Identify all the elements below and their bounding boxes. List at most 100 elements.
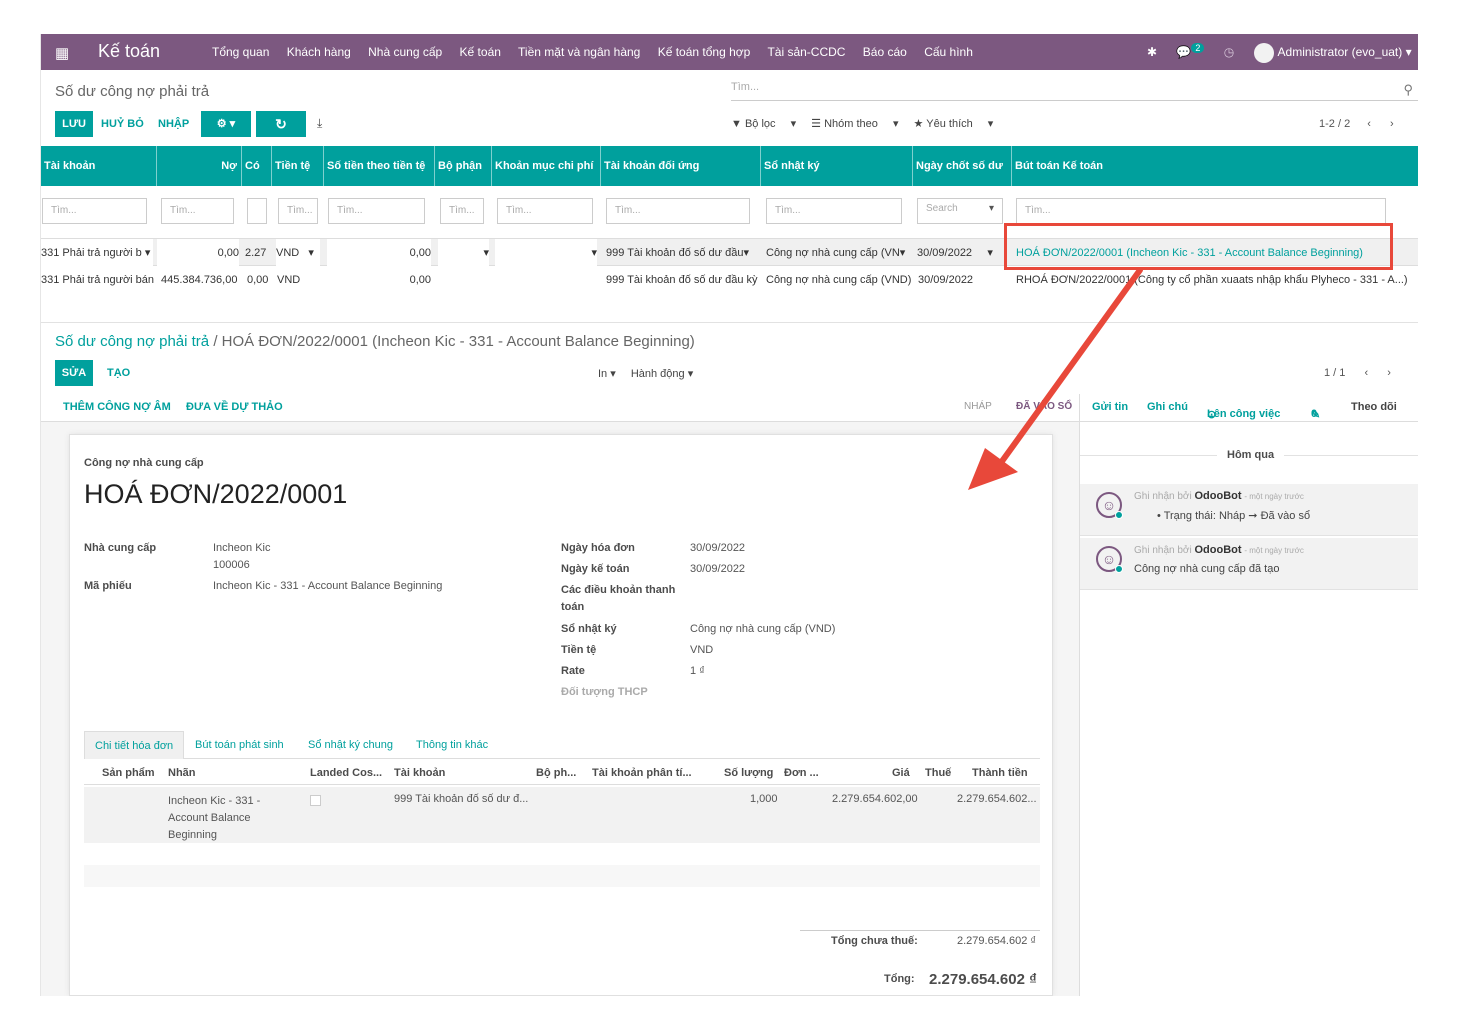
col-landed-cost[interactable]: Landed Cos... xyxy=(310,767,382,779)
col-debit[interactable]: Nợ xyxy=(157,146,242,186)
search-input[interactable]: Tìm... ⚲ xyxy=(731,81,1418,101)
menu-item-reports[interactable]: Báo cáo xyxy=(863,45,907,59)
col-credit[interactable]: Có xyxy=(242,146,272,186)
save-button[interactable]: LƯU xyxy=(55,111,93,137)
tab-journal-items[interactable]: Bút toán phát sinh xyxy=(185,731,294,759)
col-quantity[interactable]: Số lượng xyxy=(724,767,773,779)
pager-next-icon[interactable]: › xyxy=(1390,118,1394,130)
cell-expense-select[interactable]: ▾ xyxy=(495,239,597,267)
cell-journal-entry[interactable]: RHOÁ ĐƠN/2022/0001 (Công ty cổ phần xuaa… xyxy=(1016,266,1418,294)
menu-item-assets[interactable]: Tài sản-CCDC xyxy=(767,45,845,59)
menu-item-vendors[interactable]: Nhà cung cấp xyxy=(368,45,442,59)
cell-counter-account[interactable]: 999 Tài khoản đố số dư đầu▾ xyxy=(606,239,758,267)
col-closing-date[interactable]: Ngày chốt số dư xyxy=(913,146,1012,186)
col-tax[interactable]: Thuế xyxy=(925,767,951,779)
discard-button[interactable]: HUỶ BỎ xyxy=(101,111,144,137)
cell-date[interactable]: 30/09/2022 ▾ xyxy=(917,239,1009,267)
messages-icon[interactable]: 💬 2 xyxy=(1176,43,1205,59)
cell-amount-currency[interactable]: 0,00 xyxy=(327,239,431,267)
journal-link[interactable]: Công nợ nhà cung cấp (VND) xyxy=(690,623,835,635)
cell-debit[interactable]: 445.384.736,00 xyxy=(161,266,241,294)
pager-prev-icon[interactable]: ‹ xyxy=(1367,118,1371,130)
add-debit-note-button[interactable]: THÊM CÔNG NỢ ÂM xyxy=(63,401,171,413)
col-account[interactable]: Tài khoản xyxy=(394,767,445,779)
cell-account[interactable]: 331 Phải trả người b ▾ xyxy=(41,239,153,267)
gear-icon[interactable]: ⚙ ▾ xyxy=(201,111,251,137)
import-button[interactable]: NHẬP xyxy=(158,111,189,137)
cell-date[interactable]: 30/09/2022 xyxy=(918,266,1010,294)
menu-item-general-accounting[interactable]: Kế toán tổng hợp xyxy=(658,45,751,59)
pager-value[interactable]: 1-2 / 2 xyxy=(1319,118,1350,130)
menu-item-accounting[interactable]: Kế toán xyxy=(460,45,501,59)
edit-button[interactable]: SỬA xyxy=(55,360,93,386)
col-label[interactable]: Nhãn xyxy=(168,767,196,779)
filter-currency-input[interactable]: Tìm... xyxy=(278,198,318,224)
tab-general-journal[interactable]: Sổ nhật ký chung xyxy=(298,731,403,759)
apps-menu-icon[interactable]: ▦ xyxy=(55,44,69,62)
col-expense-item[interactable]: Khoản mục chi phí xyxy=(492,146,601,186)
cell-amount-currency[interactable]: 0,00 xyxy=(327,266,431,294)
refresh-icon[interactable]: ↻ xyxy=(256,111,306,137)
filter-entry-input[interactable]: Tìm... xyxy=(1016,198,1386,224)
send-message-button[interactable]: Gửi tin xyxy=(1092,401,1128,413)
currency-link[interactable]: VND xyxy=(690,644,713,656)
add-line-row[interactable] xyxy=(84,865,1040,887)
action-dropdown[interactable]: Hành động ▾ xyxy=(631,368,693,380)
filters-dropdown[interactable]: ▼ Bộ lọc ▾ xyxy=(731,118,796,130)
invoice-line-row[interactable]: Incheon Kic - 331 - Account Balance Begi… xyxy=(84,787,1040,843)
col-price[interactable]: Giá xyxy=(892,767,910,779)
vendor-link[interactable]: Incheon Kic xyxy=(213,542,270,554)
bug-icon[interactable]: ✱ xyxy=(1147,45,1157,59)
col-counter-account[interactable]: Tài khoản đối ứng xyxy=(601,146,761,186)
groupby-dropdown[interactable]: ☰ Nhóm theo ▾ xyxy=(811,118,898,130)
activity-clock-icon[interactable]: ◷ xyxy=(1224,45,1234,59)
follow-button[interactable]: Theo dõi xyxy=(1351,401,1397,413)
cell-account[interactable]: 331 Phải trả người bán xyxy=(41,266,157,294)
log-note-button[interactable]: Ghi chú xyxy=(1147,401,1188,413)
filter-amount-input[interactable]: Tìm... xyxy=(328,198,425,224)
stage-draft[interactable]: NHÁP xyxy=(964,401,992,412)
pager-next-icon[interactable]: › xyxy=(1387,367,1391,379)
filter-credit-input[interactable] xyxy=(247,198,267,224)
cell-credit[interactable]: 0,00 xyxy=(247,266,273,294)
filter-date-select[interactable]: Search ▾ xyxy=(917,198,1003,224)
table-row[interactable]: 331 Phải trả người bán 445.384.736,00 0,… xyxy=(41,266,1418,294)
col-uom[interactable]: Đơn ... xyxy=(784,767,819,779)
col-currency[interactable]: Tiền tệ xyxy=(272,146,324,186)
menu-item-cash-bank[interactable]: Tiền mặt và ngân hàng xyxy=(518,45,640,59)
app-name[interactable]: Kế toán xyxy=(98,41,160,62)
filter-debit-input[interactable]: Tìm... xyxy=(161,198,234,224)
menu-item-overview[interactable]: Tổng quan xyxy=(212,45,269,59)
form-pager-value[interactable]: 1 / 1 xyxy=(1324,367,1345,379)
col-analytic-account[interactable]: Tài khoản phân tí... xyxy=(592,767,692,779)
col-journal[interactable]: Sổ nhật ký xyxy=(761,146,913,186)
col-account[interactable]: Tài khoản xyxy=(41,146,157,186)
stage-posted[interactable]: ĐÃ VÀO SỔ xyxy=(1016,401,1072,412)
col-department[interactable]: Bộ ph... xyxy=(536,767,576,779)
menu-item-customers[interactable]: Khách hàng xyxy=(287,45,351,59)
tab-other-info[interactable]: Thông tin khác xyxy=(406,731,498,759)
reset-to-draft-button[interactable]: ĐƯA VỀ DỰ THẢO xyxy=(186,401,283,413)
col-product[interactable]: Sản phẩm xyxy=(102,767,155,779)
search-icon[interactable]: ⚲ xyxy=(1403,82,1413,98)
tab-invoice-lines[interactable]: Chi tiết hóa đơn xyxy=(84,731,185,759)
landed-cost-checkbox[interactable] xyxy=(310,795,321,806)
download-icon[interactable]: ⤓ xyxy=(317,116,322,131)
create-button[interactable]: TẠO xyxy=(107,360,130,386)
cell-debit[interactable]: 0,00 xyxy=(157,239,239,267)
col-journal-entry[interactable]: Bút toán Kế toán xyxy=(1012,146,1418,186)
col-amount-currency[interactable]: Số tiền theo tiền tệ xyxy=(324,146,435,186)
filter-expense-input[interactable]: Tìm... xyxy=(497,198,593,224)
cell-journal[interactable]: Công nợ nhà cung cấp (VN▾ xyxy=(766,239,910,267)
cell-journal[interactable]: Công nợ nhà cung cấp (VND) xyxy=(766,266,912,294)
cell-department-select[interactable]: ▾ xyxy=(438,239,489,267)
filter-account-input[interactable]: Tìm... xyxy=(42,198,147,224)
col-department[interactable]: Bộ phận xyxy=(435,146,492,186)
cell-currency[interactable]: VND ▾ xyxy=(276,239,320,267)
breadcrumb-parent-link[interactable]: Số dư công nợ phải trả xyxy=(55,333,209,350)
cell-currency[interactable]: VND xyxy=(277,266,321,294)
user-menu[interactable]: Administrator (evo_uat) ▾ xyxy=(1253,43,1412,63)
filter-journal-input[interactable]: Tìm... xyxy=(766,198,902,224)
cell-credit[interactable]: 2.27 xyxy=(245,239,271,267)
filter-department-input[interactable]: Tìm... xyxy=(440,198,484,224)
